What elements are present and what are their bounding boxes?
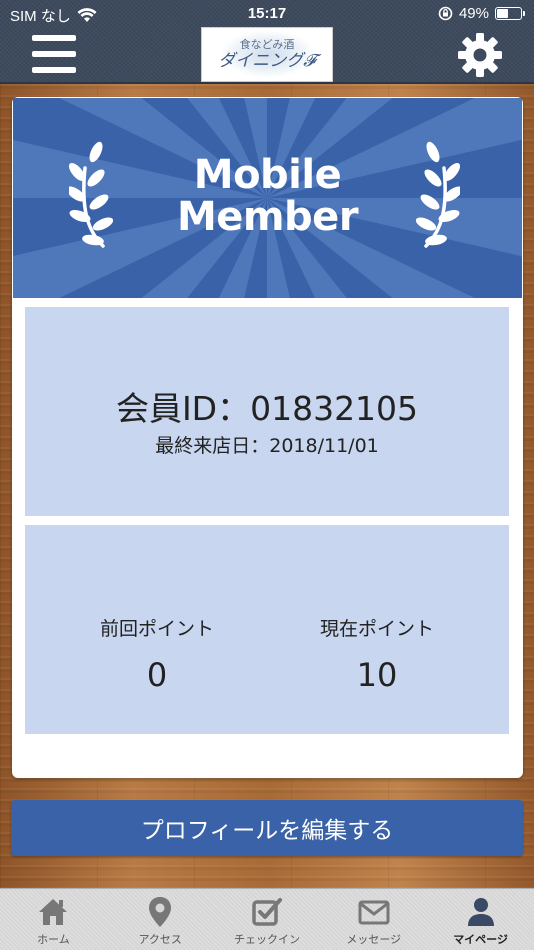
- menu-bar: [32, 67, 76, 73]
- app-header: SIM なし 15:17 49% 食などみ酒 ダイニング𝓕: [0, 0, 534, 84]
- logo-name: ダイニング𝓕: [218, 51, 316, 71]
- banner-title-line2: Member: [176, 194, 359, 240]
- tab-message[interactable]: メッセージ: [320, 889, 427, 950]
- tab-mypage-label: マイページ: [453, 933, 508, 946]
- orientation-lock-icon: [438, 6, 453, 21]
- battery-level: [497, 9, 508, 18]
- previous-points: 前回ポイント 0: [37, 617, 277, 695]
- member-id-panel: 会員ID：01832105 最終来店日：2018/11/01: [25, 307, 509, 516]
- gear-icon[interactable]: [457, 32, 503, 78]
- tab-checkin-label: チェックイン: [233, 933, 300, 946]
- edit-profile-button[interactable]: プロフィールを編集する: [11, 800, 523, 856]
- banner-title: Mobile Member: [13, 154, 522, 238]
- map-pin-icon: [149, 897, 172, 927]
- user-icon: [467, 898, 494, 926]
- home-icon: [39, 899, 68, 925]
- current-points-label: 現在ポイント: [319, 618, 434, 640]
- tab-home-label: ホーム: [37, 933, 70, 946]
- tab-checkin[interactable]: チェックイン: [214, 889, 321, 950]
- banner-title-line1: Mobile: [193, 152, 342, 198]
- hamburger-menu-button[interactable]: [32, 35, 76, 73]
- battery-icon: [495, 7, 525, 20]
- tab-access[interactable]: アクセス: [107, 889, 214, 950]
- tab-message-label: メッセージ: [346, 933, 402, 946]
- previous-points-label: 前回ポイント: [99, 618, 214, 640]
- member-banner: Mobile Member: [13, 98, 522, 298]
- last-visit-date: 最終来店日：2018/11/01: [155, 435, 379, 457]
- status-bar: SIM なし 15:17 49%: [0, 0, 534, 28]
- current-points: 現在ポイント 10: [257, 617, 497, 695]
- checkbox-icon: [252, 898, 282, 926]
- status-right: 49%: [438, 5, 525, 22]
- tab-access-label: アクセス: [138, 933, 182, 946]
- tab-mypage[interactable]: マイページ: [427, 889, 534, 950]
- envelope-icon: [358, 900, 390, 925]
- menu-bar: [32, 51, 76, 57]
- member-card: Mobile Member 会員ID：01832105 最終来店日：2018/1…: [12, 97, 523, 778]
- current-points-value: 10: [356, 656, 398, 694]
- logo-subtitle: 食などみ酒: [239, 38, 295, 51]
- points-panel: 前回ポイント 0 現在ポイント 10: [25, 525, 509, 734]
- tab-bar: ホーム アクセス チェックイン メッセージ マイページ: [0, 888, 534, 950]
- menu-bar: [32, 35, 76, 41]
- tab-home[interactable]: ホーム: [0, 889, 107, 950]
- restaurant-logo[interactable]: 食などみ酒 ダイニング𝓕: [201, 27, 333, 82]
- battery-percent: 49%: [458, 5, 489, 22]
- previous-points-value: 0: [146, 656, 168, 694]
- member-id: 会員ID：01832105: [115, 389, 419, 428]
